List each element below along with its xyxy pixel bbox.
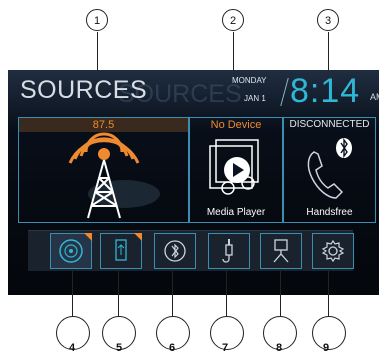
source-button-bar — [28, 230, 354, 271]
usb-button[interactable] — [100, 233, 142, 269]
aux-jack-icon — [222, 239, 233, 263]
bluetooth-icon — [164, 240, 186, 262]
radio-tower-icon — [68, 132, 160, 219]
clock-separator — [280, 78, 289, 106]
page-title: SOURCES — [20, 76, 148, 104]
callout-7: 7 — [222, 342, 229, 354]
callout-5: 5 — [116, 342, 123, 354]
media-player-icon — [209, 139, 259, 195]
callout-9: 9 — [323, 342, 330, 354]
source-media-player[interactable]: No Device Media Player — [189, 117, 283, 223]
callout-3: 3 — [317, 9, 339, 31]
usb-badge — [134, 233, 142, 241]
date-label: JAN 1 — [244, 94, 266, 103]
callout-6: 6 — [169, 342, 176, 354]
clock-time: 8:14 — [290, 72, 361, 110]
callout-2: 2 — [222, 9, 244, 31]
ipod-icon — [273, 239, 289, 263]
day-label: MONDAY — [232, 76, 267, 85]
ipod-button[interactable] — [260, 233, 302, 269]
media-status: No Device — [210, 119, 262, 131]
phone-bluetooth-icon — [307, 137, 352, 199]
sources-screen: SOURCES SOURCES MONDAY JAN 1 8:14 AM 87.… — [8, 70, 379, 295]
callout-4: 4 — [69, 342, 76, 354]
media-player-label: Media Player — [206, 207, 266, 218]
settings-button[interactable] — [312, 233, 354, 269]
callout-1: 1 — [86, 9, 108, 31]
source-handsfree[interactable]: DISCONNECTED Handsfree — [283, 117, 376, 223]
source-radio[interactable]: 87.5 — [18, 117, 189, 223]
aux-button[interactable] — [208, 233, 250, 269]
clock-ampm: AM — [370, 92, 379, 102]
usb-icon — [115, 239, 127, 261]
settings-gear-icon — [321, 239, 345, 263]
callout-8: 8 — [276, 342, 283, 354]
disc-icon — [59, 239, 83, 263]
handsfree-status: DISCONNECTED — [289, 119, 370, 130]
radio-frequency: 87.5 — [19, 118, 188, 132]
bluetooth-button[interactable] — [154, 233, 196, 269]
disc-button[interactable] — [50, 233, 92, 269]
disc-badge — [84, 233, 92, 241]
handsfree-label: Handsfree — [306, 207, 353, 218]
